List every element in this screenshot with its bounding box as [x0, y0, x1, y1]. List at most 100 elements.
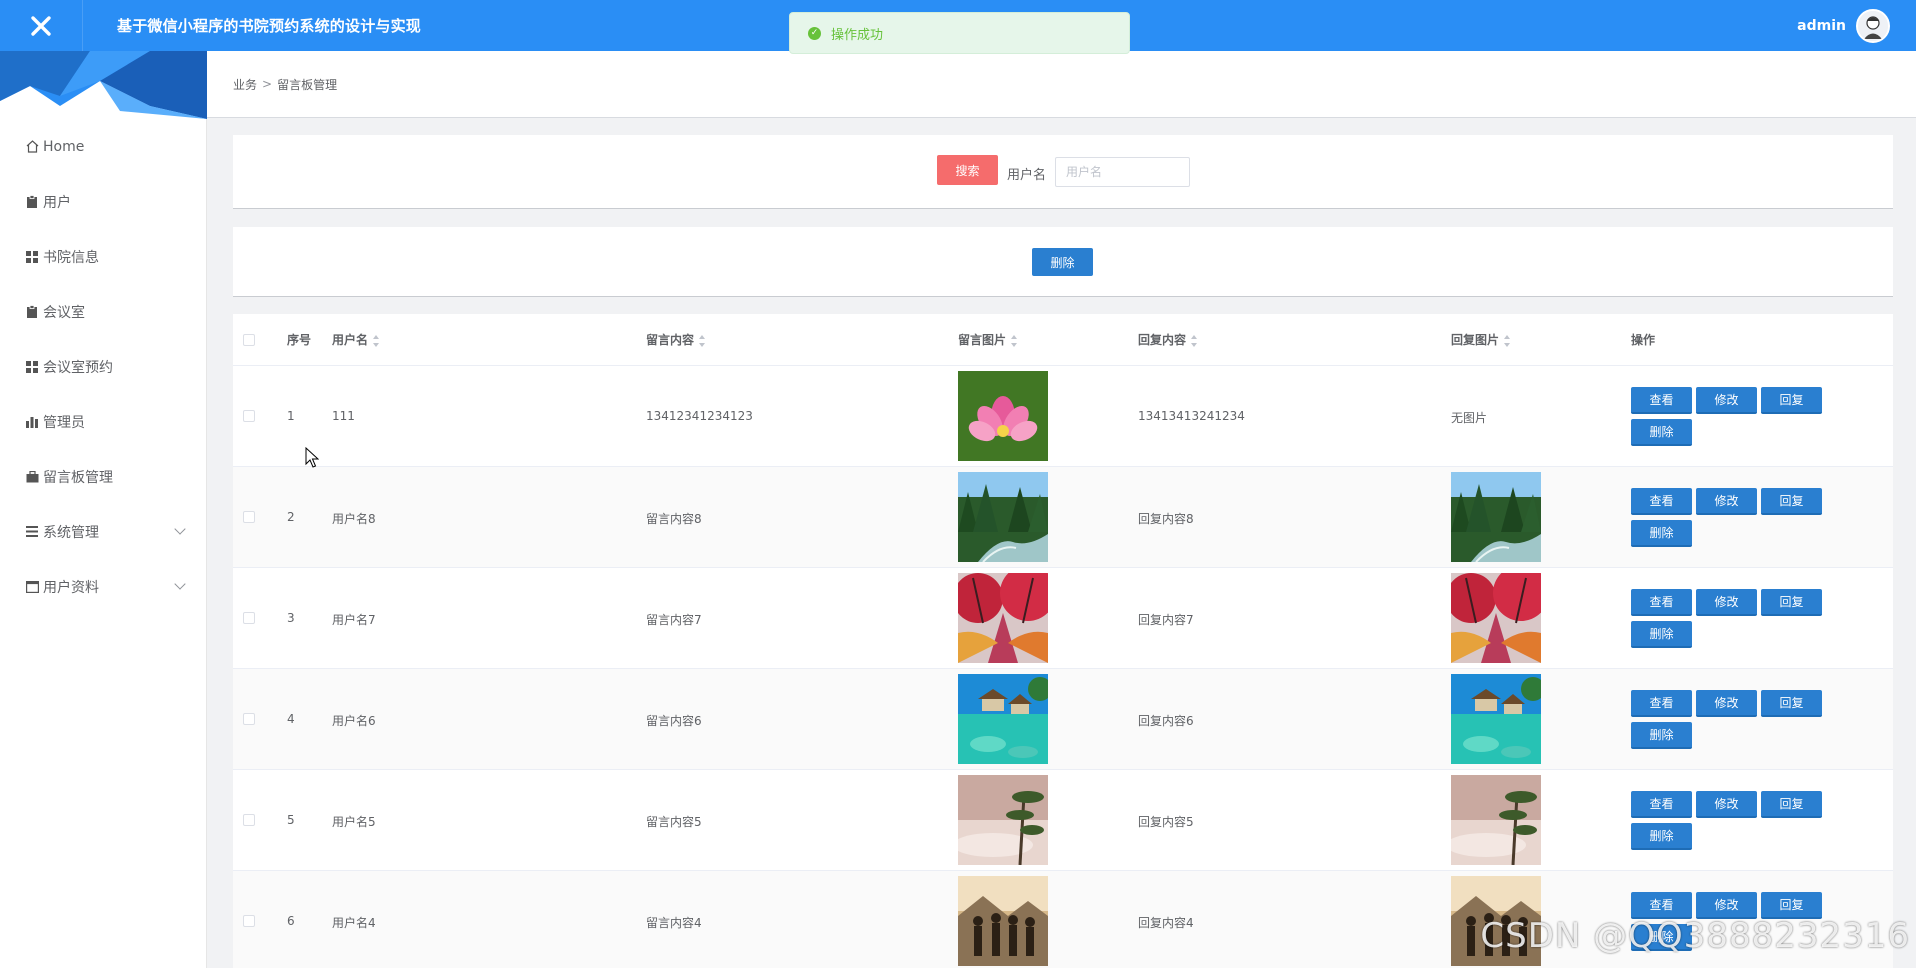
sidebar-item-label: 会议室预约 — [43, 359, 113, 376]
cell-username: 用户名4 — [332, 916, 376, 930]
sidebar-item-system[interactable]: 系统管理 — [0, 504, 206, 559]
cell-content: 留言内容7 — [646, 613, 702, 627]
col-header-operations: 操作 — [1631, 333, 1656, 347]
cell-username: 用户名8 — [332, 512, 376, 526]
row-checkbox[interactable] — [243, 511, 255, 523]
delete-button[interactable]: 删除 — [1631, 520, 1692, 547]
view-button[interactable]: 查看 — [1631, 387, 1692, 414]
col-header-image[interactable]: 留言图片 — [958, 331, 1018, 348]
edit-button[interactable]: 修改 — [1696, 690, 1757, 717]
sidebar-banner — [0, 51, 207, 119]
message-table: 序号 用户名 留言内容 留言图片 回复内容 回复图片 操作 1 111 1341… — [233, 314, 1893, 968]
view-button[interactable]: 查看 — [1631, 589, 1692, 616]
edit-button[interactable]: 修改 — [1696, 892, 1757, 919]
view-button[interactable]: 查看 — [1631, 488, 1692, 515]
reply-button[interactable]: 回复 — [1761, 791, 1822, 818]
sidebar-item-user-profile[interactable]: 用户资料 — [0, 559, 206, 614]
grid-icon — [25, 360, 39, 374]
reply-button[interactable]: 回复 — [1761, 892, 1822, 919]
cell-index: 2 — [287, 510, 295, 524]
batch-delete-button[interactable]: 删除 — [1032, 248, 1093, 276]
row-checkbox[interactable] — [243, 713, 255, 725]
col-header-label: 留言图片 — [958, 333, 1007, 347]
cell-username: 111 — [332, 409, 355, 423]
sidebar-item-label: 管理员 — [43, 414, 85, 431]
cell-content: 留言内容8 — [646, 512, 702, 526]
search-field-label: 用户名 — [1007, 168, 1047, 183]
reply-image-forest-river[interactable] — [1451, 472, 1541, 562]
sort-icon[interactable] — [1010, 334, 1018, 347]
sidebar-item-label: 用户 — [43, 194, 71, 211]
message-image-lotus[interactable] — [958, 371, 1048, 461]
message-image-tropical-sea[interactable] — [958, 674, 1048, 764]
reply-button[interactable]: 回复 — [1761, 589, 1822, 616]
home-icon — [25, 140, 39, 154]
sidebar-item-meeting-room[interactable]: 会议室 — [0, 284, 206, 339]
sort-icon[interactable] — [1190, 334, 1198, 347]
avatar[interactable] — [1856, 8, 1890, 43]
list-icon — [25, 525, 39, 539]
view-button[interactable]: 查看 — [1631, 791, 1692, 818]
message-image-people-sunset[interactable] — [958, 876, 1048, 966]
sidebar-item-home[interactable]: Home — [0, 119, 206, 174]
col-header-label: 用户名 — [332, 333, 369, 347]
view-button[interactable]: 查看 — [1631, 690, 1692, 717]
edit-button[interactable]: 修改 — [1696, 791, 1757, 818]
clipboard-icon — [25, 195, 39, 209]
reply-button[interactable]: 回复 — [1761, 690, 1822, 717]
mouse-cursor-icon — [305, 447, 319, 468]
col-header-content[interactable]: 留言内容 — [646, 331, 706, 348]
col-header-username[interactable]: 用户名 — [332, 331, 380, 348]
view-button[interactable]: 查看 — [1631, 892, 1692, 919]
grid-icon — [25, 250, 39, 264]
close-menu-button[interactable] — [0, 0, 83, 51]
reply-image-red-trees[interactable] — [1451, 573, 1541, 663]
reply-image-misty-pine[interactable] — [1451, 775, 1541, 865]
cell-content: 留言内容5 — [646, 815, 702, 829]
edit-button[interactable]: 修改 — [1696, 387, 1757, 414]
reply-image-tropical-sea[interactable] — [1451, 674, 1541, 764]
message-image-red-trees[interactable] — [958, 573, 1048, 663]
message-image-forest-river[interactable] — [958, 472, 1048, 562]
sidebar-item-message-board[interactable]: 留言板管理 — [0, 449, 206, 504]
edit-button[interactable]: 修改 — [1696, 488, 1757, 515]
col-header-reply[interactable]: 回复内容 — [1138, 331, 1198, 348]
cell-content: 留言内容6 — [646, 714, 702, 728]
sidebar-item-meeting-booking[interactable]: 会议室预约 — [0, 339, 206, 394]
delete-button[interactable]: 删除 — [1631, 419, 1692, 446]
close-icon — [31, 15, 51, 36]
reply-button[interactable]: 回复 — [1761, 387, 1822, 414]
reply-button[interactable]: 回复 — [1761, 488, 1822, 515]
search-button[interactable]: 搜索 — [937, 155, 998, 185]
select-all-checkbox[interactable] — [243, 334, 255, 346]
row-checkbox[interactable] — [243, 915, 255, 927]
breadcrumb-item-business[interactable]: 业务 — [233, 76, 257, 93]
sidebar-item-label: 系统管理 — [43, 524, 99, 541]
delete-button[interactable]: 删除 — [1631, 823, 1692, 850]
username-label: admin — [1797, 17, 1846, 34]
sidebar-item-users[interactable]: 用户 — [0, 174, 206, 229]
delete-button[interactable]: 删除 — [1631, 621, 1692, 648]
avatar-image — [1858, 10, 1888, 41]
col-header-reply-image[interactable]: 回复图片 — [1451, 331, 1511, 348]
cell-index: 3 — [287, 611, 295, 625]
sort-icon[interactable] — [372, 334, 380, 347]
edit-button[interactable]: 修改 — [1696, 589, 1757, 616]
sidebar-item-admins[interactable]: 管理员 — [0, 394, 206, 449]
sort-icon[interactable] — [1503, 334, 1511, 347]
message-image-misty-pine[interactable] — [958, 775, 1048, 865]
row-checkbox[interactable] — [243, 410, 255, 422]
username-search-input[interactable] — [1055, 157, 1190, 187]
row-checkbox[interactable] — [243, 814, 255, 826]
delete-button[interactable]: 删除 — [1631, 722, 1692, 749]
row-operations: 查看 修改 回复删除 — [1631, 488, 1831, 552]
row-checkbox[interactable] — [243, 612, 255, 624]
user-menu[interactable]: admin — [1797, 8, 1890, 43]
clipboard-icon — [25, 305, 39, 319]
sidebar-item-label: 书院信息 — [43, 249, 99, 266]
sidebar-item-academy-info[interactable]: 书院信息 — [0, 229, 206, 284]
cell-content: 13412341234123 — [646, 409, 753, 423]
cell-no-reply-image: 无图片 — [1451, 411, 1488, 425]
briefcase-icon — [25, 470, 39, 484]
sort-icon[interactable] — [698, 334, 706, 347]
